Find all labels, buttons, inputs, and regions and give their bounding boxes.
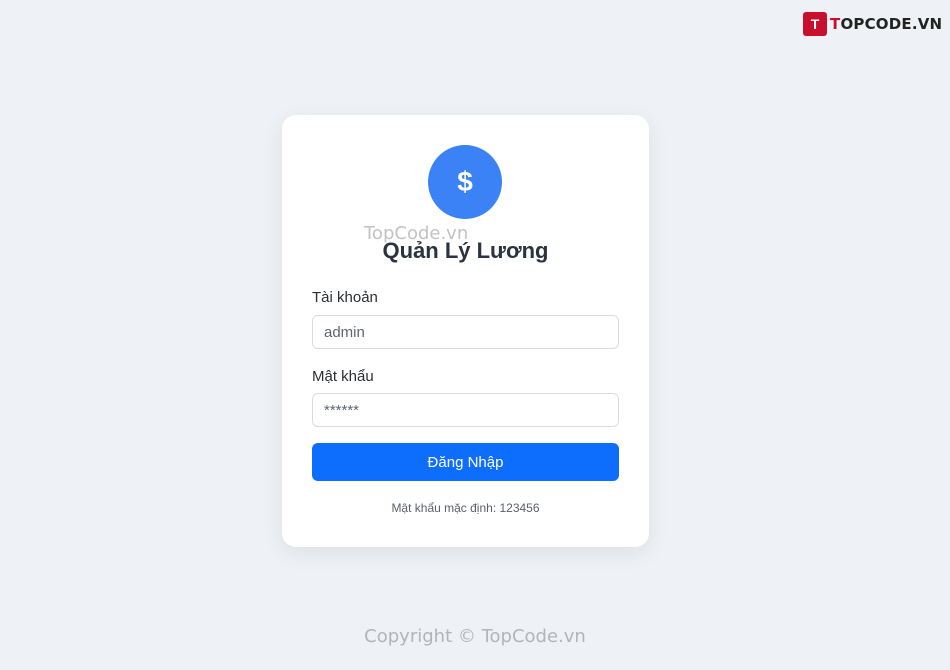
password-input[interactable] — [312, 393, 619, 427]
brand-mark-icon: T — [803, 12, 827, 36]
login-button[interactable]: Đăng Nhập — [312, 443, 619, 481]
default-password-hint: Mật khẩu mặc định: 123456 — [391, 501, 540, 515]
username-label: Tài khoản — [312, 289, 378, 306]
brand-name: TOPCODE.VN — [830, 15, 942, 33]
card-watermark: TopCode.vn — [364, 223, 469, 244]
password-label: Mật khẩu — [312, 368, 374, 385]
brand-logo: T TOPCODE.VN — [803, 12, 942, 36]
login-page: T TOPCODE.VN $ Quản Lý Lương TopCode.vn … — [0, 0, 950, 670]
brand-name-prefix: T — [830, 15, 841, 33]
login-card: $ Quản Lý Lương TopCode.vn Tài khoản Mật… — [282, 115, 649, 547]
dollar-icon: $ — [428, 145, 502, 219]
brand-name-rest: OPCODE.VN — [840, 15, 943, 33]
footer-watermark: Copyright © TopCode.vn — [364, 626, 586, 647]
username-input[interactable] — [312, 315, 619, 349]
